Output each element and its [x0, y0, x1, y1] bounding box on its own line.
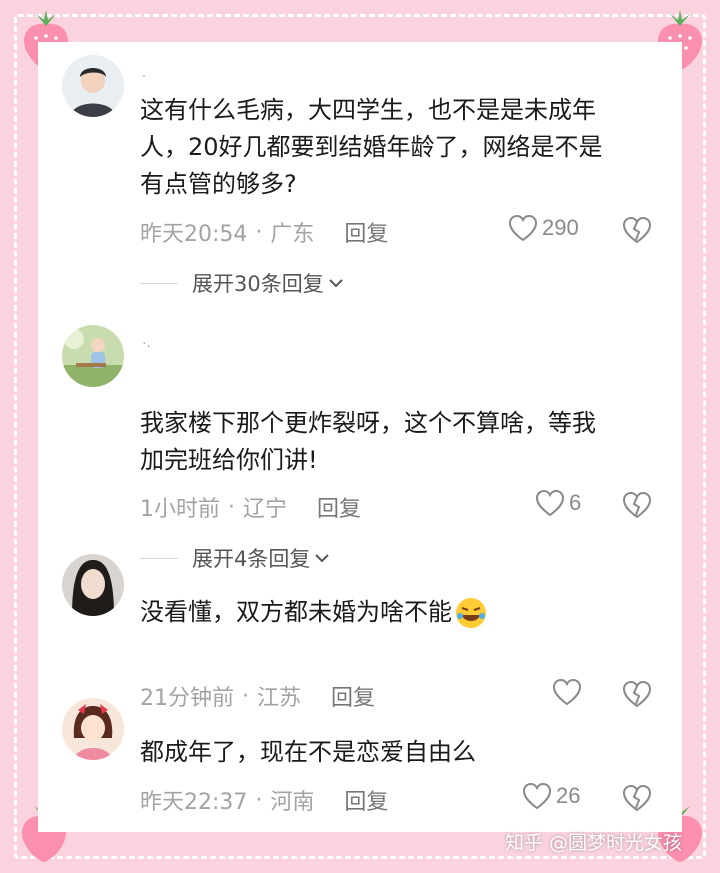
comment-meta: 昨天22:37 · 河南 回复 [140, 784, 388, 816]
dislike-broken-heart-icon[interactable] [622, 784, 652, 812]
like-button[interactable]: 290 [508, 214, 579, 242]
timestamp: 1小时前 [140, 497, 220, 522]
avatar[interactable] [62, 325, 124, 387]
expand-replies-button[interactable]: 展开4条回复 [140, 543, 330, 573]
chevron-down-icon [315, 554, 330, 563]
location: 辽宁 [243, 497, 288, 522]
like-button[interactable] [552, 678, 586, 706]
location: 广东 [270, 222, 315, 247]
dislike-broken-heart-icon[interactable] [622, 216, 652, 244]
like-count: 290 [542, 215, 579, 240]
reply-button[interactable]: 回复 [344, 216, 388, 248]
comment-meta: 昨天20:54 · 广东 回复 [140, 216, 388, 248]
heart-icon [552, 678, 582, 706]
dislike-broken-heart-icon[interactable] [622, 491, 652, 519]
comment-text: 这有什么毛病，大四学生，也不是是未成年 人，20好几都要到结婚年龄了，网络是不是… [140, 96, 603, 198]
expand-replies-button[interactable]: 展开30条回复 [140, 268, 344, 298]
avatar[interactable] [62, 554, 124, 616]
timestamp: 21分钟前 [140, 686, 234, 711]
username: . [142, 64, 146, 80]
location: 江苏 [257, 686, 302, 711]
comment-text: 我家楼下那个更炸裂呀，这个不算啥，等我 加完班给你们讲! [140, 409, 596, 474]
comment-card: . 这有什么毛病，大四学生，也不是是未成年 人，20好几都要到结婚年龄了，网络是… [38, 42, 682, 832]
location: 河南 [270, 790, 315, 815]
comment-text: 没看懂，双方都未婚为啥不能 [140, 594, 670, 631]
username: ·. [142, 334, 151, 350]
comment-meta: 21分钟前 · 江苏 回复 [140, 680, 375, 712]
comment-meta: 1小时前 · 辽宁 回复 [140, 491, 361, 523]
timestamp: 昨天20:54 [140, 222, 248, 247]
avatar[interactable] [62, 55, 124, 117]
like-button[interactable]: 26 [522, 782, 580, 810]
reply-button[interactable]: 回复 [317, 491, 361, 523]
like-count: 26 [556, 783, 581, 808]
comment-text: 都成年了，现在不是恋爱自由么 [140, 738, 476, 766]
reply-button[interactable]: 回复 [331, 680, 375, 712]
heart-icon [522, 782, 552, 810]
watermark: 知乎 @圆梦时光女孩 [505, 832, 683, 854]
rolling-laughing-emoji [456, 597, 486, 628]
like-count: 6 [569, 490, 582, 515]
chevron-down-icon [329, 279, 343, 288]
heart-icon [535, 489, 565, 517]
like-button[interactable]: 6 [535, 489, 581, 517]
timestamp: 昨天22:37 [140, 790, 248, 815]
heart-icon [508, 214, 538, 242]
avatar[interactable] [62, 698, 124, 760]
dislike-broken-heart-icon[interactable] [622, 680, 652, 708]
reply-button[interactable]: 回复 [344, 784, 388, 816]
